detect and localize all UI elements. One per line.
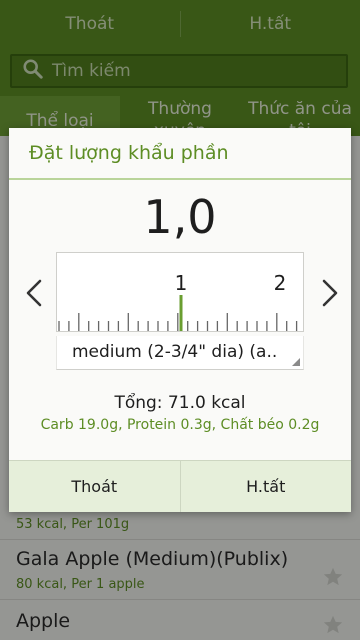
unit-value: medium (2-3/4" dia) (a.. bbox=[72, 342, 278, 362]
unit-dropdown[interactable]: medium (2-3/4" dia) (a.. bbox=[56, 336, 304, 370]
dialog-cancel-button[interactable]: Thoát bbox=[9, 461, 180, 512]
serving-size-dialog: Đặt lượng khẩu phần 1,0 1 2 medium (2-3/… bbox=[9, 128, 351, 512]
dialog-done-button[interactable]: H.tất bbox=[181, 461, 352, 512]
ruler-indicator bbox=[179, 295, 183, 331]
macros-summary: Carb 19.0g, Protein 0.3g, Chất béo 0.2g bbox=[40, 417, 320, 433]
ruler-label: 1 bbox=[175, 271, 188, 295]
dialog-title: Đặt lượng khẩu phần bbox=[29, 142, 229, 164]
dropdown-corner-icon bbox=[292, 358, 300, 366]
ruler-label: 2 bbox=[274, 271, 287, 295]
dialog-actions: Thoát H.tất bbox=[9, 460, 351, 512]
chevron-right-icon[interactable] bbox=[317, 278, 343, 308]
ruler-scale: 1 2 bbox=[58, 271, 298, 331]
total-calories: Tổng: 71.0 kcal bbox=[114, 393, 246, 413]
title-divider bbox=[9, 178, 351, 180]
chevron-left-icon[interactable] bbox=[21, 278, 47, 308]
serving-ruler[interactable]: 1 2 bbox=[56, 252, 304, 332]
serving-value: 1,0 bbox=[143, 190, 217, 244]
